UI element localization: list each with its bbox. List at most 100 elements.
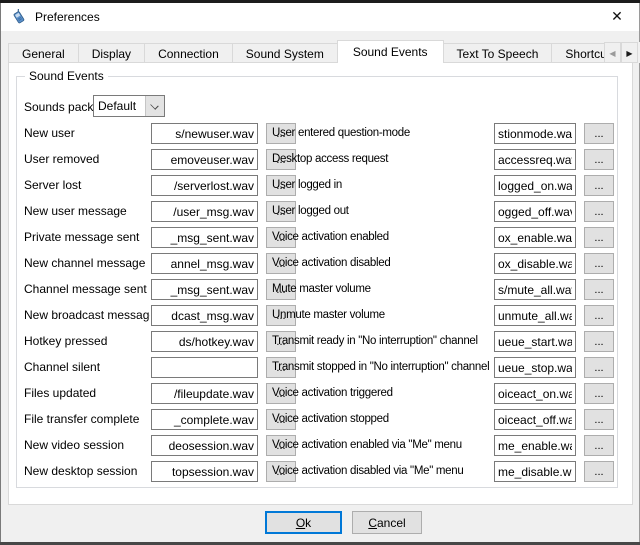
browse-button[interactable]: ...: [584, 227, 614, 248]
sound-event-label: Hotkey pressed: [24, 331, 150, 352]
window-title: Preferences: [35, 3, 100, 31]
sound-event-label: Transmit ready in "No interruption" chan…: [272, 331, 493, 352]
sound-event-label: Channel silent: [24, 357, 150, 378]
sound-event-row: User removed ... Desktop access request …: [0, 149, 640, 170]
sound-event-label: New user: [24, 123, 150, 144]
sound-event-row: New broadcast message ... Unmute master …: [0, 305, 640, 326]
sound-file-input[interactable]: [494, 279, 576, 300]
sound-file-input[interactable]: [494, 123, 576, 144]
sound-event-label: User logged in: [272, 175, 493, 196]
sound-event-label: New broadcast message: [24, 305, 150, 326]
browse-button[interactable]: ...: [584, 201, 614, 222]
sound-event-label: New user message: [24, 201, 150, 222]
groupbox-label: Sound Events: [25, 69, 108, 83]
sound-file-input[interactable]: [151, 279, 258, 300]
sound-file-input[interactable]: [151, 435, 258, 456]
sound-file-input[interactable]: [151, 461, 258, 482]
sound-file-input[interactable]: [494, 149, 576, 170]
tab-bar: General Display Connection Sound System …: [8, 40, 632, 63]
browse-button[interactable]: ...: [584, 123, 614, 144]
sound-event-label: New channel message: [24, 253, 150, 274]
sound-file-input[interactable]: [151, 227, 258, 248]
ok-button-label: Ok: [296, 516, 311, 530]
browse-button[interactable]: ...: [584, 435, 614, 456]
sound-event-row: Channel silent ... Transmit stopped in "…: [0, 357, 640, 378]
browse-button[interactable]: ...: [584, 383, 614, 404]
sound-event-row: Hotkey pressed ... Transmit ready in "No…: [0, 331, 640, 352]
tab-general[interactable]: General: [8, 43, 79, 63]
sound-file-input[interactable]: [151, 357, 258, 378]
sound-file-input[interactable]: [494, 201, 576, 222]
sound-file-input[interactable]: [494, 331, 576, 352]
sound-event-label: Voice activation enabled: [272, 227, 493, 248]
sound-file-input[interactable]: [494, 305, 576, 326]
browse-button[interactable]: ...: [584, 305, 614, 326]
tab-scroll-left-icon[interactable]: ◀: [604, 42, 621, 63]
tab-text-to-speech[interactable]: Text To Speech: [443, 43, 553, 63]
sound-file-input[interactable]: [494, 175, 576, 196]
sound-event-label: Channel message sent: [24, 279, 150, 300]
sound-event-label: Mute master volume: [272, 279, 493, 300]
sound-event-label: User removed: [24, 149, 150, 170]
sound-file-input[interactable]: [151, 409, 258, 430]
tab-sound-system[interactable]: Sound System: [232, 43, 338, 63]
sound-file-input[interactable]: [151, 201, 258, 222]
ok-button[interactable]: Ok: [265, 511, 342, 534]
sound-event-row: New user message ... User logged out ...: [0, 201, 640, 222]
cancel-button[interactable]: Cancel: [352, 511, 422, 534]
browse-button[interactable]: ...: [584, 409, 614, 430]
tab-connection[interactable]: Connection: [144, 43, 233, 63]
sound-file-input[interactable]: [494, 461, 576, 482]
app-icon: [11, 9, 27, 25]
sound-event-label: New video session: [24, 435, 150, 456]
sound-file-input[interactable]: [151, 123, 258, 144]
tab-scroll-right-icon[interactable]: ▶: [621, 42, 638, 63]
sound-event-label: New desktop session: [24, 461, 150, 482]
sound-event-row: Server lost ... User logged in ...: [0, 175, 640, 196]
browse-button[interactable]: ...: [584, 331, 614, 352]
sound-file-input[interactable]: [151, 331, 258, 352]
tab-display[interactable]: Display: [78, 43, 145, 63]
sound-file-input[interactable]: [494, 357, 576, 378]
sound-file-input[interactable]: [151, 383, 258, 404]
close-icon[interactable]: ✕: [601, 3, 633, 31]
sound-event-row: New video session ... Voice activation e…: [0, 435, 640, 456]
sound-file-input[interactable]: [494, 409, 576, 430]
sound-event-label: Voice activation stopped: [272, 409, 493, 430]
tab-label: Sound Events: [353, 45, 428, 59]
sounds-pack-select[interactable]: Default: [93, 95, 165, 117]
sound-file-input[interactable]: [151, 149, 258, 170]
sounds-pack-label: Sounds pack: [24, 99, 93, 115]
sound-event-row: Files updated ... Voice activation trigg…: [0, 383, 640, 404]
sound-event-row: Private message sent ... Voice activatio…: [0, 227, 640, 248]
browse-button[interactable]: ...: [584, 149, 614, 170]
sound-file-input[interactable]: [494, 383, 576, 404]
sound-file-input[interactable]: [494, 435, 576, 456]
sound-event-label: Transmit stopped in "No interruption" ch…: [272, 357, 493, 378]
tab-label: Connection: [158, 47, 219, 61]
tab-label: Sound System: [246, 47, 324, 61]
sound-event-row: File transfer complete ... Voice activat…: [0, 409, 640, 430]
browse-button[interactable]: ...: [584, 357, 614, 378]
sound-event-label: Voice activation disabled: [272, 253, 493, 274]
sound-file-input[interactable]: [494, 227, 576, 248]
tab-scroller: ◀ ▶: [604, 42, 640, 63]
tab-label: Text To Speech: [457, 47, 539, 61]
sound-file-input[interactable]: [151, 175, 258, 196]
sound-file-input[interactable]: [151, 253, 258, 274]
sound-event-label: Server lost: [24, 175, 150, 196]
sound-file-input[interactable]: [494, 253, 576, 274]
browse-button[interactable]: ...: [584, 175, 614, 196]
sound-event-label: Voice activation triggered: [272, 383, 493, 404]
sound-event-row: New channel message ... Voice activation…: [0, 253, 640, 274]
sound-event-label: Files updated: [24, 383, 150, 404]
tab-sound-events[interactable]: Sound Events: [337, 40, 444, 63]
tab-label: General: [22, 47, 65, 61]
sound-event-label: User logged out: [272, 201, 493, 222]
browse-button[interactable]: ...: [584, 253, 614, 274]
browse-button[interactable]: ...: [584, 461, 614, 482]
sound-event-row: New user ... User entered question-mode …: [0, 123, 640, 144]
sound-file-input[interactable]: [151, 305, 258, 326]
browse-button[interactable]: ...: [584, 279, 614, 300]
cancel-button-label: Cancel: [368, 516, 405, 530]
